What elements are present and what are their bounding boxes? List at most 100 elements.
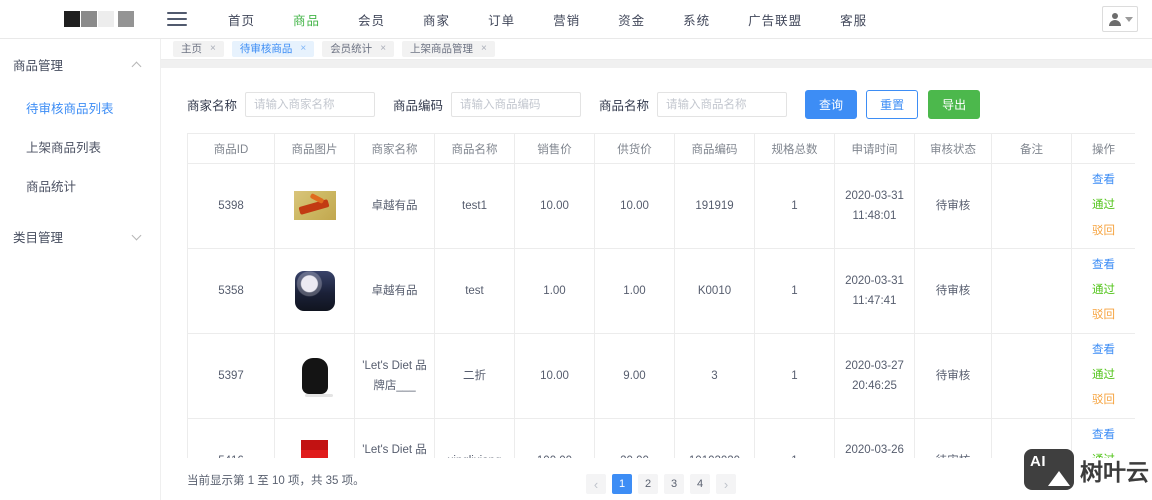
nav-item-ad-union[interactable]: 广告联盟 <box>729 10 821 29</box>
sidebar-group-product-management[interactable]: 商品管理 <box>0 47 160 82</box>
view-link[interactable]: 查看 <box>1092 344 1115 356</box>
mountain-icon <box>1048 471 1070 486</box>
pagination-summary: 当前显示第 1 至 10 项，共 35 项。 <box>187 475 365 487</box>
nav-item-members[interactable]: 会员 <box>339 10 404 29</box>
nav-item-funds[interactable]: 资金 <box>599 10 664 29</box>
merchant-name-input[interactable] <box>245 92 376 117</box>
tab-label: 上架商品管理 <box>410 43 474 55</box>
close-icon[interactable]: × <box>481 43 487 55</box>
product-image <box>294 270 335 311</box>
logo-square-2 <box>81 11 97 27</box>
reject-link[interactable]: 驳回 <box>1092 225 1115 237</box>
col-header-product-name: 商品名称 <box>434 133 515 164</box>
tab-pending-products[interactable]: 待审核商品 × <box>231 41 315 57</box>
nav-item-merchants[interactable]: 商家 <box>404 10 469 29</box>
nav-item-home[interactable]: 首页 <box>209 10 274 29</box>
cell-apply-time: 2020-03-31 11:48:01 <box>834 163 915 249</box>
nav-item-support[interactable]: 客服 <box>821 10 886 29</box>
approve-link[interactable]: 通过 <box>1092 369 1115 381</box>
filter-product-code: 商品编码 <box>393 92 582 117</box>
logo-square-4 <box>118 11 134 27</box>
main-nav: 首页 商品 会员 商家 订单 营销 资金 系统 广告联盟 客服 <box>209 10 886 29</box>
cell-sale-price: 100.00 <box>514 417 595 458</box>
cell-product-image <box>274 417 355 458</box>
cell-product-name: test <box>434 247 515 334</box>
nav-item-system[interactable]: 系统 <box>664 10 729 29</box>
cell-spec-count: 1 <box>754 163 835 249</box>
approve-link[interactable]: 通过 <box>1092 284 1115 296</box>
export-button[interactable]: 导出 <box>928 90 981 119</box>
product-name-input[interactable] <box>657 92 788 117</box>
cell-product-name: xinglixiang <box>434 417 515 458</box>
tab-label: 待审核商品 <box>239 43 293 55</box>
page-button-1[interactable]: 1 <box>612 474 632 494</box>
user-avatar-dropdown[interactable] <box>1102 6 1138 32</box>
tab-listed-product-management[interactable]: 上架商品管理 × <box>402 41 495 57</box>
tab-home[interactable]: 主页 × <box>173 41 224 57</box>
cell-merchant-name: 'Let's Diet 品牌店___ <box>354 417 435 458</box>
product-image <box>301 357 333 397</box>
cell-review-status: 待审核 <box>914 163 992 249</box>
main-area: 主页 × 待审核商品 × 会员统计 × 上架商品管理 × 商家名称 请输入商家名… <box>161 39 1152 500</box>
nav-item-orders[interactable]: 订单 <box>469 10 534 29</box>
page-button-4[interactable]: 4 <box>690 474 710 494</box>
view-link[interactable]: 查看 <box>1092 174 1115 186</box>
cell-merchant-name: 卓越有品 <box>354 247 435 334</box>
hamburger-menu-icon[interactable] <box>167 12 187 26</box>
cell-merchant-name: 卓越有品 <box>354 163 435 249</box>
close-icon[interactable]: × <box>210 43 216 55</box>
cell-remark <box>991 247 1072 334</box>
table-footer: 当前显示第 1 至 10 项，共 35 项。 ‹ 1 2 3 4 › <box>187 458 1135 500</box>
cell-product-image <box>274 332 355 419</box>
close-icon[interactable]: × <box>300 43 306 55</box>
product-code-input[interactable] <box>451 92 582 117</box>
sidebar-item-listed-products[interactable]: 上架商品列表 <box>0 127 160 166</box>
reject-link[interactable]: 驳回 <box>1092 309 1115 321</box>
cell-spec-count: 1 <box>754 247 835 334</box>
nav-item-products[interactable]: 商品 <box>274 10 339 29</box>
view-link[interactable]: 查看 <box>1092 429 1115 441</box>
sidebar-group-category-management[interactable]: 类目管理 <box>0 219 160 254</box>
cell-sale-price: 1.00 <box>514 247 595 334</box>
chevron-down-icon <box>1124 16 1133 22</box>
cell-product-code: 191919 <box>674 163 755 249</box>
col-header-apply-time: 申请时间 <box>834 133 915 164</box>
product-image <box>301 440 328 458</box>
reject-link[interactable]: 驳回 <box>1092 394 1115 406</box>
nav-item-marketing[interactable]: 营销 <box>534 10 599 29</box>
table-row: 5397 'Let's Diet 品牌店___ 二折 10.00 9.00 3 … <box>187 332 1135 419</box>
tab-label: 主页 <box>181 43 202 55</box>
search-button[interactable]: 查询 <box>805 90 858 119</box>
cell-sale-price: 10.00 <box>514 163 595 249</box>
chevron-down-icon <box>131 230 142 240</box>
close-icon[interactable]: × <box>380 43 386 55</box>
col-header-product-code: 商品编码 <box>674 133 755 164</box>
cell-review-status: 待审核 <box>914 247 992 334</box>
content-panel: 商家名称 商品编码 商品名称 查询 重置 导出 <box>161 68 1152 500</box>
cell-apply-time: 2020-03-26 17:40:48 <box>834 417 915 458</box>
reset-button[interactable]: 重置 <box>866 90 919 119</box>
sidebar-group-label: 商品管理 <box>13 59 64 73</box>
logo-square-3 <box>98 11 114 27</box>
cell-product-code: 10102020 <box>674 417 755 458</box>
table-row: 5398 卓越有品 test1 10.00 10.00 191919 1 202… <box>187 163 1135 249</box>
cell-spec-count: 1 <box>754 332 835 419</box>
col-header-merchant-name: 商家名称 <box>354 133 435 164</box>
tab-member-stats[interactable]: 会员统计 × <box>322 41 395 57</box>
watermark-text: 树叶云 <box>1080 458 1149 485</box>
cell-product-id: 5358 <box>187 247 275 334</box>
col-header-review-status: 审核状态 <box>914 133 992 164</box>
cell-merchant-name: 'Let's Diet 品牌店___ <box>354 332 435 419</box>
approve-link[interactable]: 通过 <box>1092 199 1115 211</box>
tab-bar: 主页 × 待审核商品 × 会员统计 × 上架商品管理 × <box>161 39 1152 60</box>
page-button-2[interactable]: 2 <box>638 474 658 494</box>
sidebar-item-pending-products[interactable]: 待审核商品列表 <box>0 88 160 127</box>
col-header-actions: 操作 <box>1071 133 1135 164</box>
page-button-3[interactable]: 3 <box>664 474 684 494</box>
sidebar-item-product-stats[interactable]: 商品统计 <box>0 166 160 205</box>
cell-review-status: 待审核 <box>914 332 992 419</box>
next-page-button[interactable]: › <box>716 474 736 494</box>
cell-supply-price: 20.00 <box>594 417 675 458</box>
view-link[interactable]: 查看 <box>1092 259 1115 271</box>
prev-page-button[interactable]: ‹ <box>586 474 606 494</box>
